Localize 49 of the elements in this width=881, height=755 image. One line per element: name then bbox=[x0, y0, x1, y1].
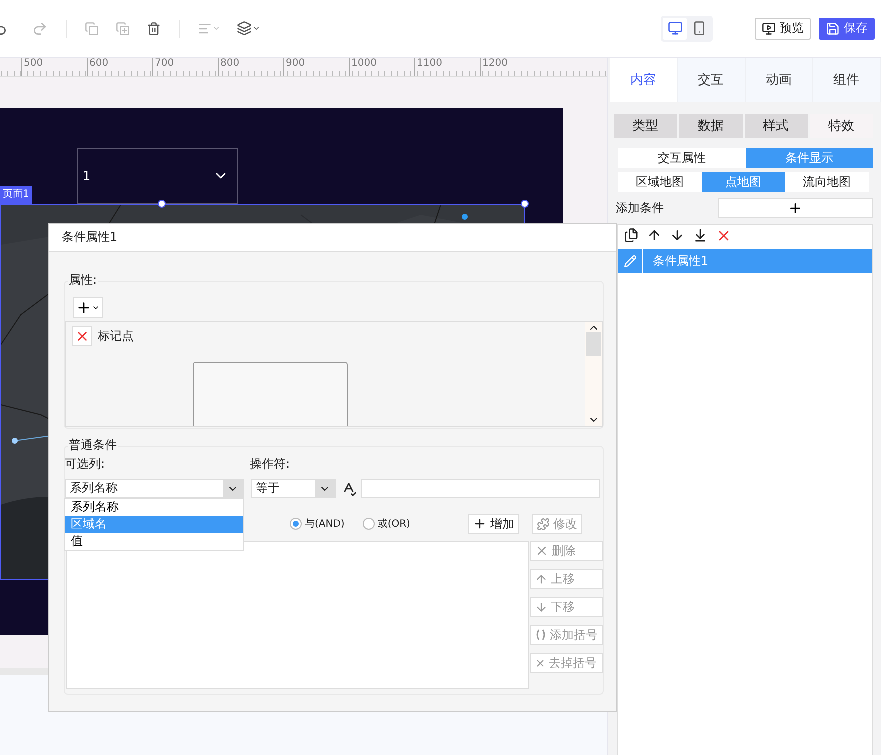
operator-select[interactable]: 等于 bbox=[251, 479, 336, 498]
dropdown[interactable]: 1 bbox=[77, 148, 238, 204]
remove-icon[interactable] bbox=[72, 326, 92, 346]
parentheses-icon bbox=[535, 629, 547, 641]
attribute-label: 标记点 bbox=[98, 328, 134, 344]
dropdown-value: 1 bbox=[83, 169, 91, 183]
sub-tab[interactable]: 样式 bbox=[744, 114, 808, 138]
plus-icon bbox=[76, 300, 92, 316]
attributes-legend: 属性: bbox=[68, 272, 98, 289]
radio-option[interactable]: 或(OR) bbox=[362, 517, 410, 531]
panel-tab[interactable]: 交互 bbox=[678, 58, 746, 102]
radio-option[interactable]: 与(AND) bbox=[290, 517, 345, 531]
dialog-title: 条件属性1 bbox=[49, 224, 616, 252]
operator-label: 操作符: bbox=[250, 456, 290, 473]
monitor-icon bbox=[762, 22, 776, 36]
trash-icon[interactable] bbox=[147, 22, 161, 36]
column-label: 可选列: bbox=[65, 456, 106, 473]
preview-button[interactable]: 预览 bbox=[755, 18, 811, 40]
sub-tab[interactable]: 类型 bbox=[614, 114, 678, 138]
arrow-down-icon bbox=[535, 600, 548, 614]
save-icon bbox=[826, 22, 840, 36]
plus-icon bbox=[788, 200, 803, 216]
add-condition-button[interactable]: 增加 bbox=[468, 514, 520, 534]
close-icon bbox=[535, 544, 549, 558]
monitor-icon[interactable] bbox=[663, 18, 687, 40]
puzzle-icon bbox=[537, 518, 550, 530]
arrow-up-icon bbox=[535, 572, 548, 586]
save-button[interactable]: 保存 bbox=[819, 18, 875, 40]
value-field[interactable] bbox=[361, 479, 600, 498]
add-attribute-button[interactable] bbox=[73, 297, 103, 318]
resize-handle[interactable] bbox=[521, 200, 529, 208]
add-condition-label: 添加条件 bbox=[616, 200, 664, 216]
select-value: 等于 bbox=[256, 480, 280, 497]
cross-icon bbox=[535, 658, 546, 668]
plus-icon bbox=[473, 517, 488, 531]
conditions-legend: 普通条件 bbox=[68, 437, 118, 454]
pencil-icon bbox=[624, 254, 636, 268]
sub-tab[interactable]: 特效 bbox=[810, 114, 873, 138]
select-value: 系列名称 bbox=[70, 480, 118, 497]
layers-icon[interactable] bbox=[237, 21, 261, 36]
panel-tab[interactable]: 组件 bbox=[813, 58, 881, 102]
panel-tab[interactable]: 内容 bbox=[610, 58, 678, 102]
page-tag: 页面1 bbox=[0, 186, 32, 204]
scroll-thumb[interactable] bbox=[586, 332, 601, 356]
resize-handle[interactable] bbox=[158, 200, 166, 208]
sub-tab[interactable]: 数据 bbox=[679, 114, 742, 138]
condition-label: 条件属性1 bbox=[652, 252, 709, 270]
panel-tab[interactable]: 动画 bbox=[746, 58, 814, 102]
column-select[interactable]: 系列名称 bbox=[65, 479, 244, 498]
